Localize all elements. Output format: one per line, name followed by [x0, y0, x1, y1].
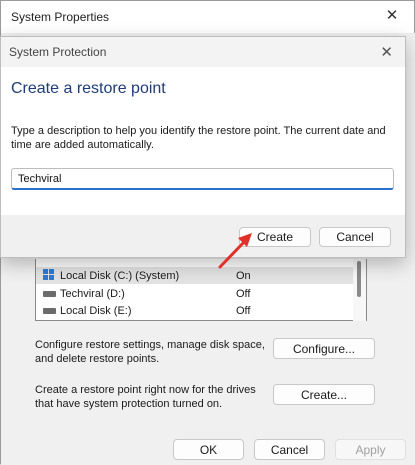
dialog-heading: Create a restore point: [11, 80, 166, 97]
drive-name: Local Disk (C:) (System): [60, 269, 180, 282]
drive-status: Off: [236, 304, 251, 317]
create-button[interactable]: Create: [239, 227, 311, 247]
close-icon[interactable]: ✕: [384, 8, 400, 24]
create-restore-point-button[interactable]: Create...: [273, 384, 375, 405]
cancel-button[interactable]: Cancel: [254, 439, 325, 460]
drive-name: Techviral (D:): [60, 287, 125, 300]
close-icon[interactable]: ✕: [380, 43, 393, 61]
system-protection-title: System Protection: [9, 45, 107, 59]
drive-row[interactable]: Techviral (D:) Off: [36, 285, 354, 302]
dialog-cancel-button[interactable]: Cancel: [319, 227, 391, 247]
ok-button[interactable]: OK: [173, 439, 244, 460]
dialog-footer: Create Cancel: [1, 215, 405, 257]
scrollbar-thumb[interactable]: [357, 261, 361, 297]
create-description: Create a restore point right now for the…: [35, 384, 256, 410]
drive-status: On: [236, 269, 251, 282]
configure-button[interactable]: Configure...: [273, 338, 375, 359]
drive-row[interactable]: Local Disk (E:) Off: [36, 302, 354, 319]
disk-drive-icon: [43, 291, 56, 297]
restore-point-description-input[interactable]: [11, 168, 394, 190]
drive-name: Local Disk (E:): [60, 304, 132, 317]
system-drive-icon: [43, 269, 56, 279]
system-properties-title: System Properties: [11, 10, 110, 24]
drive-list[interactable]: Local Disk (C:) (System) On Techviral (D…: [35, 259, 367, 321]
system-protection-dialog: System Protection ✕ Create a restore poi…: [0, 36, 406, 258]
drive-row[interactable]: Local Disk (C:) (System) On: [36, 267, 354, 284]
dialog-description: Type a description to help you identify …: [11, 125, 386, 151]
configure-description: Configure restore settings, manage disk …: [35, 339, 265, 365]
drive-list-scrollbar[interactable]: [353, 259, 366, 321]
drive-status: Off: [236, 287, 251, 300]
disk-drive-icon: [43, 308, 56, 314]
system-protection-titlebar[interactable]: System Protection: [1, 37, 405, 67]
system-properties-titlebar[interactable]: System Properties: [1, 1, 414, 33]
apply-button[interactable]: Apply: [335, 439, 406, 460]
